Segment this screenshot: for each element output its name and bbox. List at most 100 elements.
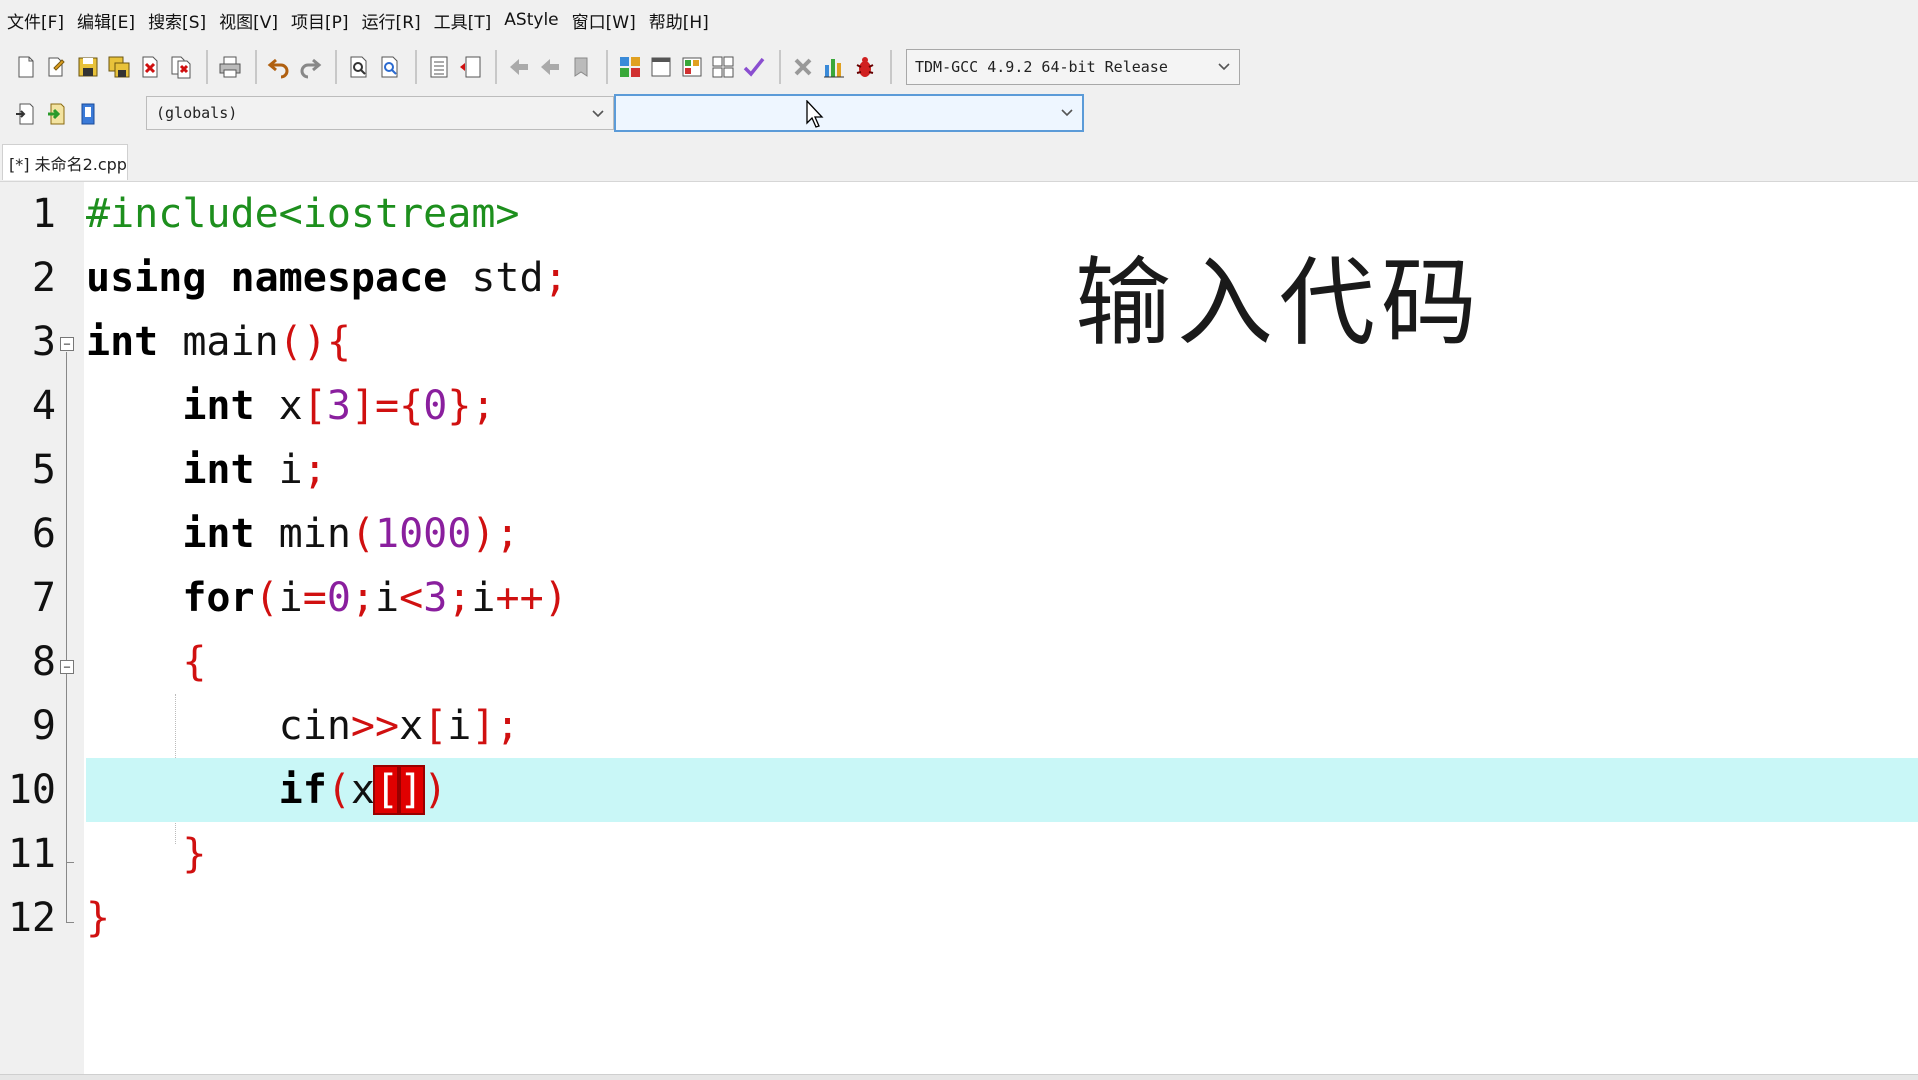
toolbar-separator bbox=[779, 50, 781, 84]
menu-bar: 文件[F] 编辑[E] 搜索[S] 视图[V] 项目[P] 运行[R] 工具[T… bbox=[0, 0, 1918, 40]
compile-button[interactable] bbox=[616, 51, 644, 83]
toolbar-separator bbox=[890, 50, 892, 84]
code-text: int min(1000); bbox=[182, 511, 520, 557]
checkmark-icon bbox=[743, 57, 765, 77]
toolbar-separator bbox=[495, 50, 497, 84]
toolbar-separator bbox=[255, 50, 257, 84]
previous-bookmark-button[interactable] bbox=[505, 51, 533, 83]
class-toolbar: (globals) bbox=[0, 92, 1918, 136]
menu-project[interactable]: 项目[P] bbox=[288, 8, 359, 33]
save-icon bbox=[78, 57, 98, 77]
scope-select-value: (globals) bbox=[156, 104, 238, 122]
code-text: } bbox=[182, 831, 207, 877]
tab-label: [*] 未命名2.cpp bbox=[9, 154, 127, 174]
line-number: 10 bbox=[7, 767, 56, 813]
bookmark-blue-icon bbox=[81, 103, 95, 125]
rebuild-all-button[interactable] bbox=[709, 51, 737, 83]
code-line: 6 int min(1000); bbox=[0, 502, 1918, 566]
line-number: 4 bbox=[31, 383, 56, 429]
line-number: 5 bbox=[31, 447, 56, 493]
arrow-left-icon bbox=[510, 59, 528, 75]
unindent-button[interactable] bbox=[456, 51, 484, 83]
new-file-icon bbox=[18, 56, 34, 78]
insert-button[interactable] bbox=[12, 98, 40, 130]
save-all-button[interactable] bbox=[105, 51, 133, 83]
compiler-select[interactable]: TDM-GCC 4.9.2 64-bit Release bbox=[906, 49, 1240, 85]
goto-declaration-button[interactable] bbox=[43, 98, 71, 130]
line-number: 3 bbox=[31, 319, 56, 365]
grid-color-icon bbox=[620, 57, 640, 77]
redo-icon bbox=[300, 58, 322, 79]
printer-icon bbox=[219, 56, 241, 78]
code-text: int i; bbox=[182, 447, 327, 493]
open-file-button[interactable] bbox=[43, 51, 71, 83]
scope-select[interactable]: (globals) bbox=[146, 96, 614, 130]
indent-button[interactable] bbox=[425, 51, 453, 83]
goto-icon bbox=[48, 103, 65, 125]
debug-button[interactable] bbox=[851, 51, 879, 83]
save-all-icon bbox=[108, 56, 130, 78]
syntax-check-button[interactable] bbox=[740, 51, 768, 83]
menu-search[interactable]: 搜索[S] bbox=[145, 8, 216, 33]
run-button[interactable] bbox=[647, 51, 675, 83]
close-file-button[interactable] bbox=[136, 51, 164, 83]
undo-icon bbox=[267, 58, 289, 79]
open-file-icon bbox=[48, 57, 65, 77]
current-code-line: 10 if(x[]) bbox=[0, 758, 1918, 822]
line-number: 9 bbox=[31, 703, 56, 749]
insert-icon bbox=[16, 103, 34, 125]
status-bar bbox=[0, 1074, 1918, 1080]
next-bookmark-button[interactable] bbox=[536, 51, 564, 83]
tab-untitled2[interactable]: [*] 未命名2.cpp bbox=[2, 144, 128, 180]
stop-button[interactable] bbox=[789, 51, 817, 83]
replace-icon bbox=[381, 56, 398, 78]
function-select[interactable] bbox=[614, 94, 1084, 132]
line-number: 7 bbox=[31, 575, 56, 621]
menu-edit[interactable]: 编辑[E] bbox=[74, 8, 145, 33]
line-number: 6 bbox=[31, 511, 56, 557]
grid-icon bbox=[712, 56, 734, 78]
save-button[interactable] bbox=[74, 51, 102, 83]
line-number: 11 bbox=[7, 831, 56, 877]
undo-button[interactable] bbox=[265, 51, 293, 83]
mouse-pointer-icon bbox=[806, 100, 824, 128]
toolbar-separator bbox=[415, 50, 417, 84]
menu-window[interactable]: 窗口[W] bbox=[569, 8, 646, 33]
find-icon bbox=[350, 56, 367, 78]
menu-run[interactable]: 运行[R] bbox=[359, 8, 431, 33]
print-button[interactable] bbox=[216, 51, 244, 83]
close-x-icon bbox=[794, 58, 812, 76]
dev-cpp-window: 文件[F] 编辑[E] 搜索[S] 视图[V] 项目[P] 运行[R] 工具[T… bbox=[0, 0, 1918, 1080]
line-number: 8 bbox=[31, 639, 56, 685]
toggle-bookmark-button[interactable] bbox=[567, 51, 595, 83]
compiler-select-value: TDM-GCC 4.9.2 64-bit Release bbox=[915, 58, 1168, 76]
close-all-button[interactable] bbox=[167, 51, 195, 83]
menu-view[interactable]: 视图[V] bbox=[216, 8, 288, 33]
compile-run-button[interactable] bbox=[678, 51, 706, 83]
window-icon bbox=[651, 57, 671, 77]
chevron-down-icon bbox=[1060, 104, 1074, 122]
menu-astyle[interactable]: AStyle bbox=[501, 10, 568, 30]
grid-window-icon bbox=[682, 57, 702, 77]
code-text: for(i=0;i<3;i++) bbox=[182, 575, 568, 621]
chevron-down-icon bbox=[591, 105, 605, 123]
code-text: cin>>x[i]; bbox=[86, 703, 520, 749]
replace-button[interactable] bbox=[376, 51, 404, 83]
redo-button[interactable] bbox=[296, 51, 324, 83]
bar-chart-icon bbox=[824, 59, 844, 78]
code-text: int main(){ bbox=[86, 319, 351, 365]
code-line: 2 using namespace std; bbox=[0, 246, 1918, 310]
code-text: { bbox=[182, 639, 207, 685]
code-editor[interactable]: − − 1 #include<iostream> 2 using namespa… bbox=[0, 182, 1918, 1074]
goto-definition-button[interactable] bbox=[74, 98, 102, 130]
new-file-button[interactable] bbox=[12, 51, 40, 83]
menu-help[interactable]: 帮助[H] bbox=[646, 8, 719, 33]
find-button[interactable] bbox=[345, 51, 373, 83]
toolbar-separator bbox=[206, 50, 208, 84]
code-text: if(x[]) bbox=[278, 765, 448, 815]
menu-tools[interactable]: 工具[T] bbox=[431, 8, 502, 33]
code-line: 8 { bbox=[0, 630, 1918, 694]
menu-file[interactable]: 文件[F] bbox=[4, 8, 74, 33]
code-line: 3 int main(){ bbox=[0, 310, 1918, 374]
profile-button[interactable] bbox=[820, 51, 848, 83]
